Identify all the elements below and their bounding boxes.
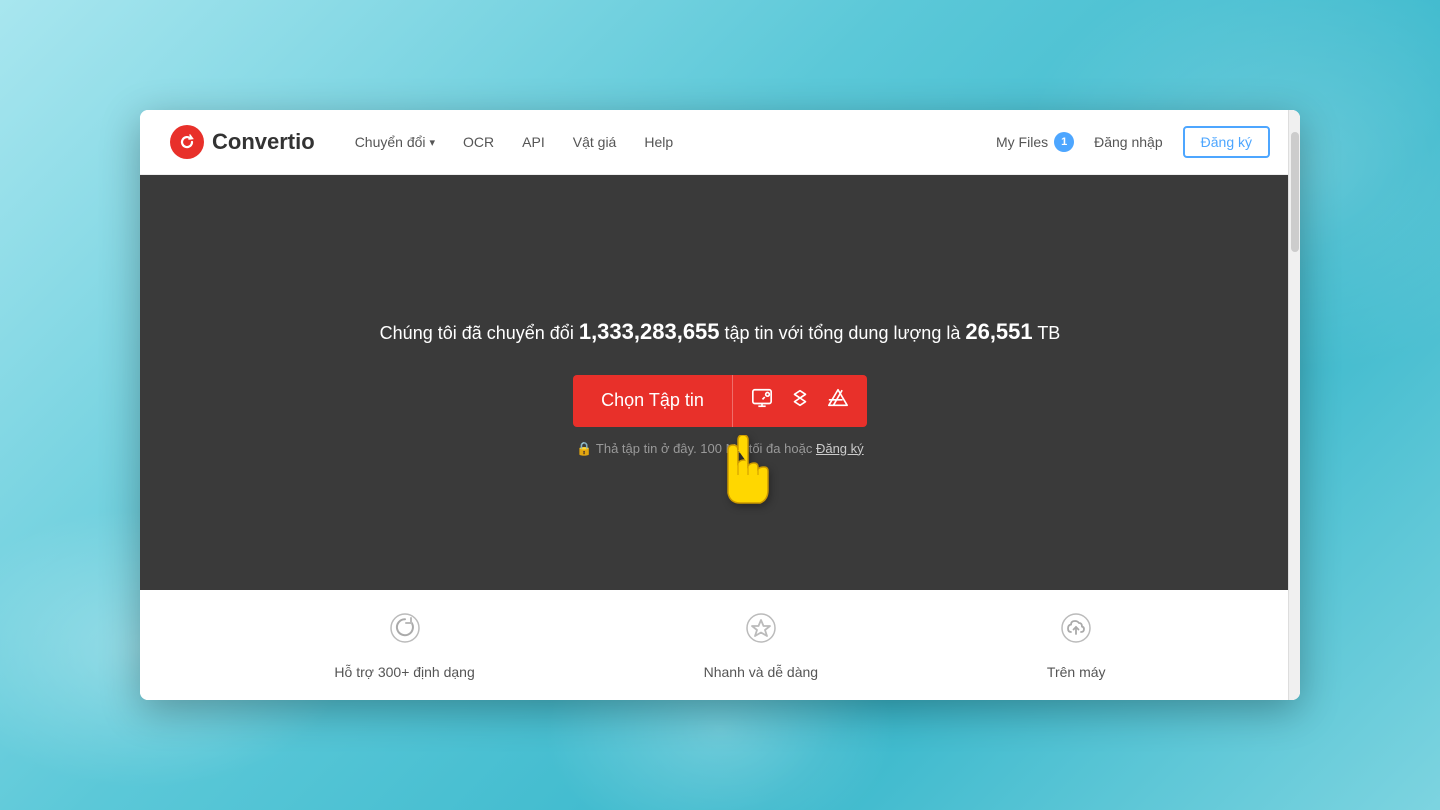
url-upload-icon[interactable] <box>751 387 773 415</box>
dropbox-icon[interactable] <box>789 387 811 415</box>
scrollbar-thumb[interactable] <box>1291 132 1299 252</box>
login-button[interactable]: Đăng nhập <box>1094 134 1163 150</box>
logo-area[interactable]: Convertio <box>170 125 315 159</box>
upload-icons-area <box>732 375 867 427</box>
feature-fast-label: Nhanh và dễ dàng <box>704 664 818 680</box>
google-drive-icon[interactable] <box>827 387 849 415</box>
nav-item-help[interactable]: Help <box>644 134 673 150</box>
logo-icon <box>170 125 204 159</box>
files-count-badge: 1 <box>1054 132 1074 152</box>
feature-formats: Hỗ trợ 300+ định dạng <box>334 610 474 680</box>
star-icon <box>743 610 779 654</box>
nav-item-ocr[interactable]: OCR <box>463 134 494 150</box>
nav-item-pricing[interactable]: Vật giá <box>573 134 617 150</box>
feature-cloud-label: Trên máy <box>1047 664 1106 680</box>
feature-formats-label: Hỗ trợ 300+ định dạng <box>334 664 474 680</box>
hero-section: Chúng tôi đã chuyển đổi 1,333,283,655 tậ… <box>140 175 1300 590</box>
hero-stats: Chúng tôi đã chuyển đổi 1,333,283,655 tậ… <box>380 319 1061 345</box>
feature-fast: Nhanh và dễ dàng <box>704 610 818 680</box>
upload-button-row: Chọn Tập tin <box>573 375 867 427</box>
nav-links: Chuyển đổi OCR API Vật giá Help <box>355 134 996 150</box>
scrollbar[interactable] <box>1288 110 1300 700</box>
nav-item-api[interactable]: API <box>522 134 545 150</box>
features-section: Hỗ trợ 300+ định dạng Nhanh và dễ dàng <box>140 590 1300 700</box>
choose-file-button[interactable]: Chọn Tập tin <box>573 375 732 427</box>
upload-area: Chọn Tập tin <box>573 375 867 457</box>
nav-item-convert[interactable]: Chuyển đổi <box>355 134 435 150</box>
drag-hint-signup-link[interactable]: Đăng ký <box>816 441 864 456</box>
navbar: Convertio Chuyển đổi OCR API Vật giá Hel… <box>140 110 1300 175</box>
refresh-icon <box>387 610 423 654</box>
feature-cloud: Trên máy <box>1047 610 1106 680</box>
my-files-button[interactable]: My Files 1 <box>996 132 1074 152</box>
logo-text: Convertio <box>212 129 315 155</box>
drag-hint: 🔒 Thả tập tin ở đây. 100 MB tối đa hoặc … <box>576 441 863 457</box>
browser-window: Convertio Chuyển đổi OCR API Vật giá Hel… <box>140 110 1300 700</box>
register-button[interactable]: Đăng ký <box>1183 126 1270 158</box>
cloud-upload-icon <box>1058 610 1094 654</box>
nav-right: My Files 1 Đăng nhập Đăng ký <box>996 126 1270 158</box>
